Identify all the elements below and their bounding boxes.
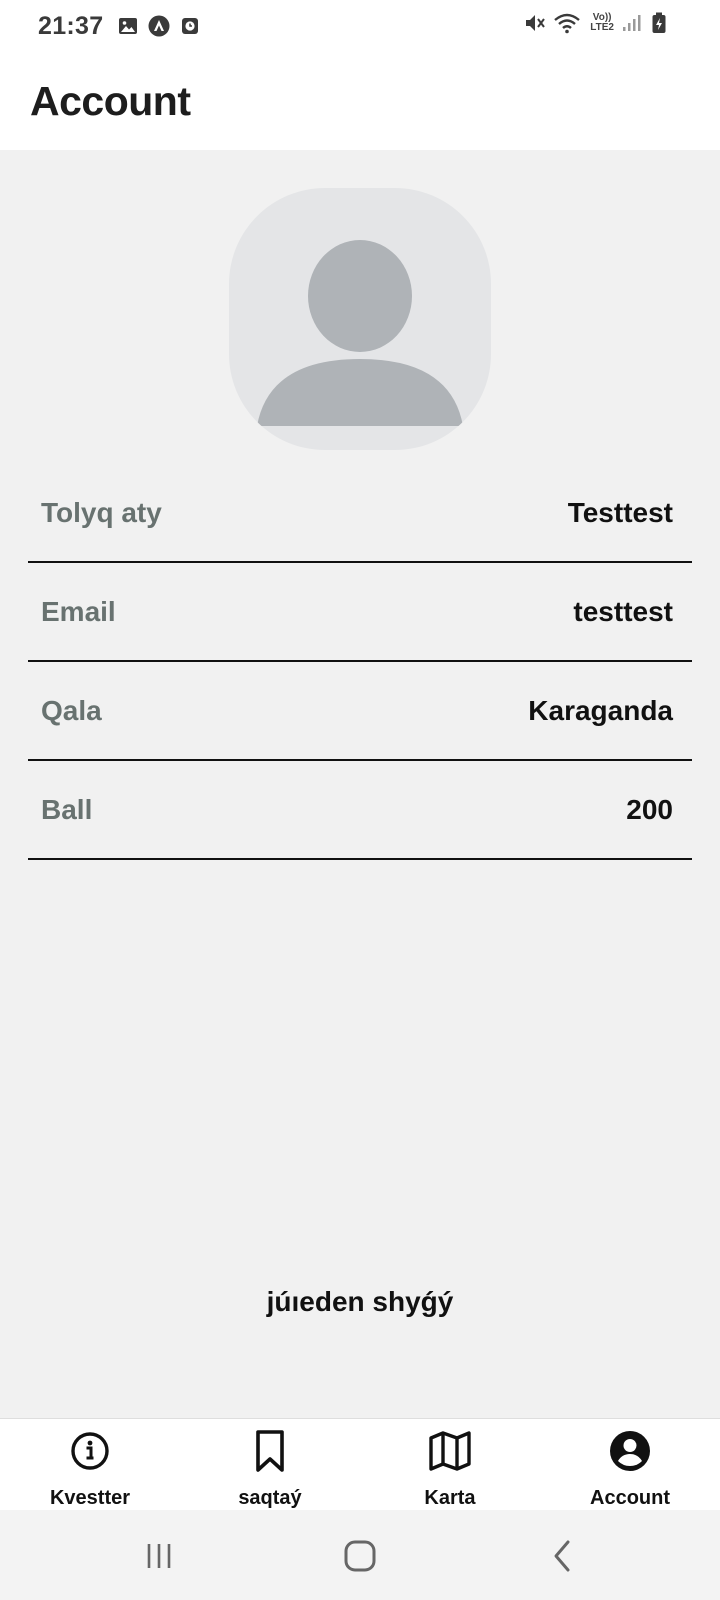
nav-item-account[interactable]: Account — [540, 1419, 720, 1510]
profile-row-full-name: Tolyq aty Testtest — [28, 464, 692, 563]
home-icon[interactable] — [336, 1532, 384, 1580]
profile-row-email: Email testtest — [28, 563, 692, 662]
city-label: Qala — [41, 694, 102, 726]
notification-icons — [117, 15, 201, 37]
nav-item-kvestter[interactable]: Kvestter — [0, 1419, 180, 1510]
full-name-value: Testtest — [567, 496, 673, 528]
gallery-notification-icon — [117, 15, 139, 37]
battery-icon — [648, 12, 670, 34]
points-label: Ball — [41, 793, 93, 825]
bottom-nav: Kvestter saqtaý Karta Account — [0, 1418, 720, 1510]
nav-label-account: Account — [590, 1487, 670, 1509]
profile-row-points: Ball 200 — [28, 761, 692, 860]
nav-label-kvestter: Kvestter — [49, 1487, 131, 1509]
nav-item-saqtay[interactable]: saqtaý — [180, 1419, 360, 1510]
page-title: Account — [30, 77, 191, 124]
logout-button[interactable]: júıeden shyǵý — [0, 1286, 720, 1318]
nav-label-saqtay: saqtaý — [238, 1487, 302, 1509]
back-icon[interactable] — [538, 1532, 586, 1580]
profile-avatar[interactable] — [229, 188, 491, 450]
map-icon — [426, 1427, 474, 1475]
system-status-icons: Vo)) LTE2 — [524, 12, 670, 34]
clock-notification-icon — [179, 15, 201, 37]
app-header: Account — [0, 52, 720, 150]
nav-label-karta: Karta — [424, 1487, 476, 1509]
email-value: testtest — [573, 595, 673, 627]
status-time: 21:37 — [38, 11, 104, 40]
wifi-icon — [552, 12, 582, 34]
city-value: Karaganda — [528, 694, 673, 726]
lte-label: LTE2 — [590, 22, 614, 33]
points-value: 200 — [626, 793, 673, 825]
system-nav-bar — [0, 1510, 720, 1600]
mute-icon — [524, 12, 546, 34]
recent-apps-icon[interactable] — [135, 1532, 183, 1580]
full-name-label: Tolyq aty — [41, 496, 162, 528]
info-icon — [66, 1427, 114, 1475]
account-circle-icon — [606, 1427, 654, 1475]
email-label: Email — [41, 595, 116, 627]
user-avatar-icon — [257, 240, 463, 426]
profile-row-city: Qala Karaganda — [28, 662, 692, 761]
signal-icon — [620, 12, 642, 34]
lte-indicator: Vo)) LTE2 — [590, 13, 614, 33]
status-bar: 21:37 Vo)) LTE2 — [0, 0, 720, 52]
nav-item-karta[interactable]: Karta — [360, 1419, 540, 1510]
app-notification-icon — [148, 15, 170, 37]
bookmark-icon — [246, 1427, 294, 1475]
